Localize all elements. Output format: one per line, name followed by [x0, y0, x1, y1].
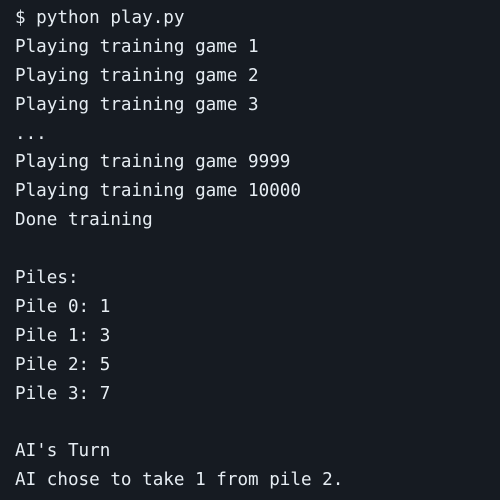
output-line: Pile 2: 5 [15, 354, 111, 375]
output-line: AI chose to take 1 from pile 2. [15, 470, 344, 491]
terminal-output: $ python play.py Playing training game 1… [0, 0, 500, 500]
output-line: Done training [15, 210, 153, 231]
output-line: Playing training game 3 [15, 94, 259, 115]
output-line: Playing training game 1 [15, 36, 259, 57]
output-line: AI's Turn [15, 441, 111, 462]
output-line: Pile 3: 7 [15, 383, 111, 404]
output-line: Pile 1: 3 [15, 325, 111, 346]
command-line: $ python play.py [15, 8, 185, 28]
output-line: Playing training game 10000 [15, 181, 301, 202]
output-line: Playing training game 9999 [15, 152, 291, 173]
output-line: Playing training game 2 [15, 65, 259, 86]
output-line: Pile 0: 1 [15, 296, 111, 317]
output-line: Piles: [15, 268, 79, 289]
output-line: ... [15, 123, 47, 144]
